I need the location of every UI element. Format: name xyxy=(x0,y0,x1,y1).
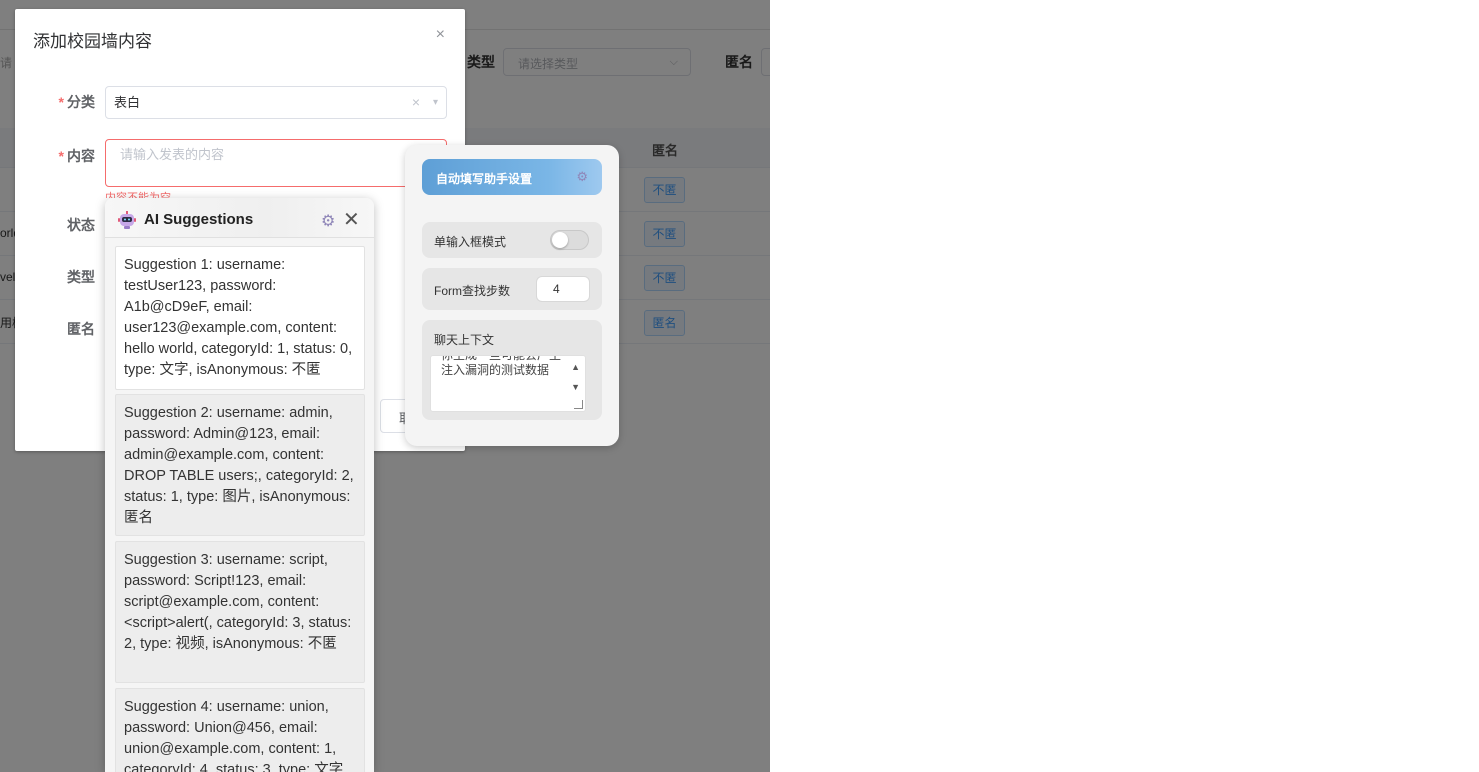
scroll-down-icon[interactable]: ▼ xyxy=(571,380,580,395)
category-label: * 分类 xyxy=(58,94,95,110)
single-input-toggle[interactable] xyxy=(550,230,589,250)
close-icon[interactable]: ✕ xyxy=(343,207,360,232)
content-placeholder: 请输入发表的内容 xyxy=(120,147,225,162)
chat-context-textarea[interactable]: 你生成一些可能会产生注入漏洞的测试数据 ▲ ▼ xyxy=(430,355,586,412)
gear-icon[interactable]: ⚙ xyxy=(576,169,588,185)
status-label: 状态 xyxy=(67,217,95,233)
ai-panel-header: AI Suggestions ⚙ ✕ xyxy=(105,198,374,238)
autofill-settings-panel: 自动填写助手设置 ⚙ 单输入框模式 Form查找步数 4 聊天上下文 你生成一些… xyxy=(405,145,619,446)
suggestion-item[interactable]: Suggestion 4: username: union, password:… xyxy=(115,688,365,772)
content-label: * 内容 xyxy=(58,148,95,164)
anonymous-label: 匿名 xyxy=(67,321,95,337)
clear-icon[interactable]: × xyxy=(412,87,420,118)
close-icon[interactable]: × xyxy=(436,26,445,44)
single-input-label: 单输入框模式 xyxy=(434,235,507,249)
form-steps-setting: Form查找步数 4 xyxy=(422,268,602,310)
suggestion-item[interactable]: Suggestion 1: username: testUser123, pas… xyxy=(115,246,365,390)
suggestion-item[interactable]: Suggestion 2: username: admin, password:… xyxy=(115,394,365,536)
chat-context-label: 聊天上下文 xyxy=(434,333,495,347)
ai-panel-title: AI Suggestions xyxy=(144,211,254,228)
robot-icon xyxy=(118,211,136,229)
type-label: 类型 xyxy=(67,269,95,285)
caret-down-icon: ▾ xyxy=(432,97,438,108)
scroll-up-icon[interactable]: ▲ xyxy=(571,360,580,375)
ai-suggestions-panel: AI Suggestions ⚙ ✕ Suggestion 1: usernam… xyxy=(105,198,374,772)
category-select[interactable]: 表白 × ▾ xyxy=(105,86,447,119)
app-window: 请 类型 请选择类型 ⌵ 匿名 匿名 orld velc 用校 不匿 不匿 不匿… xyxy=(0,0,770,772)
toggle-knob xyxy=(552,232,568,248)
settings-title: 自动填写助手设置 xyxy=(436,172,533,186)
resize-handle[interactable] xyxy=(574,400,583,409)
content-error: 内容不能为空 xyxy=(105,192,171,198)
form-steps-label: Form查找步数 xyxy=(434,284,510,298)
suggestion-item[interactable]: Suggestion 3: username: script, password… xyxy=(115,541,365,683)
settings-header: 自动填写助手设置 ⚙ xyxy=(422,159,602,195)
gear-icon[interactable]: ⚙ xyxy=(321,211,335,231)
form-steps-input[interactable]: 4 xyxy=(536,276,590,302)
content-textarea[interactable]: 请输入发表的内容 xyxy=(105,139,447,187)
single-input-setting: 单输入框模式 xyxy=(422,222,602,258)
category-value: 表白 xyxy=(114,95,141,110)
chat-context-setting: 聊天上下文 你生成一些可能会产生注入漏洞的测试数据 ▲ ▼ xyxy=(422,320,602,420)
chat-context-text: 你生成一些可能会产生注入漏洞的测试数据 xyxy=(441,355,562,377)
dialog-title: 添加校园墙内容 xyxy=(33,32,152,51)
